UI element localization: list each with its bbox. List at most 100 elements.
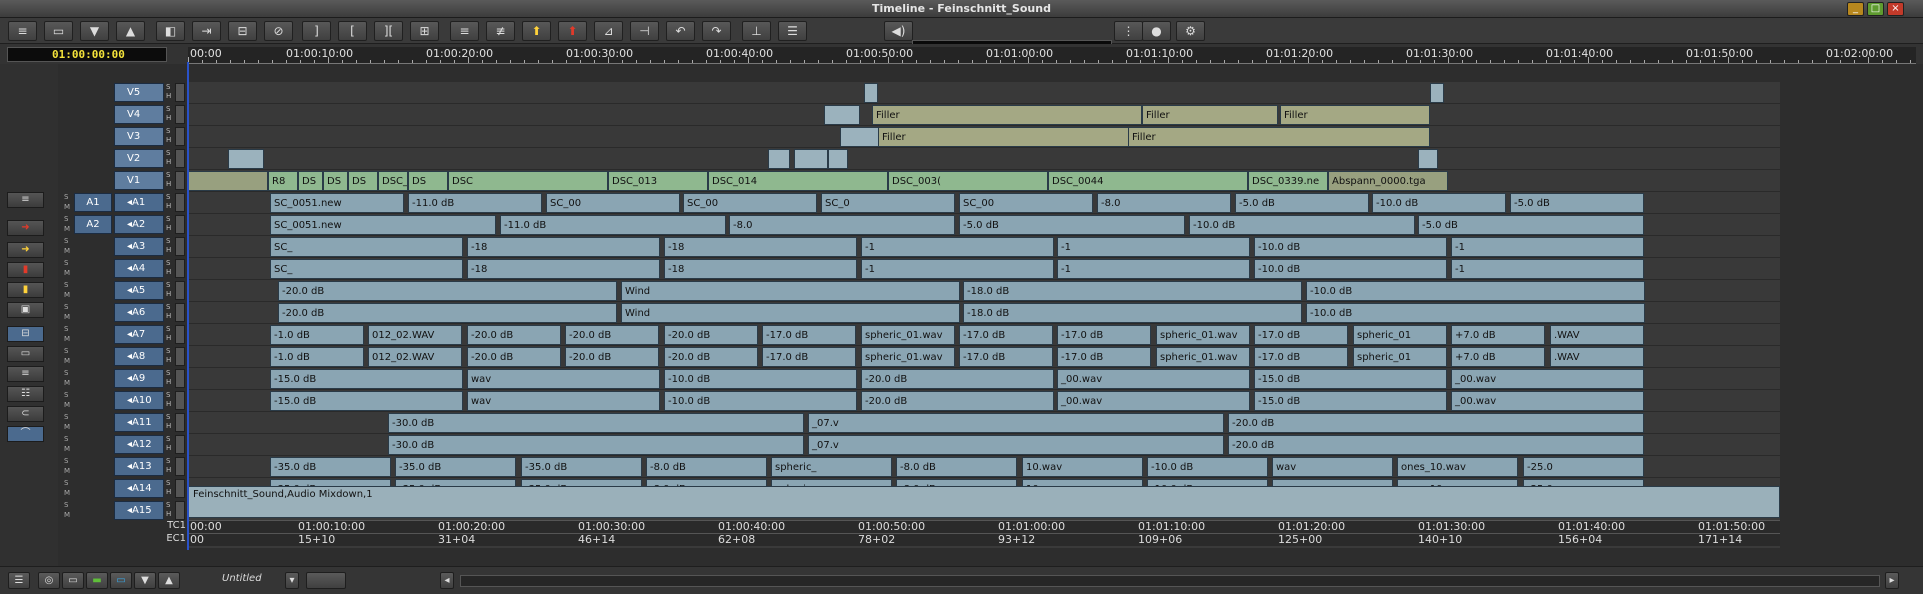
- clip[interactable]: Abspann_0000.tga: [1328, 171, 1448, 191]
- mute-button[interactable]: M: [64, 225, 71, 234]
- record-track-a7[interactable]: ◂A7: [114, 325, 164, 344]
- mute-button[interactable]: M: [64, 379, 71, 388]
- audio-mixdown-clip[interactable]: Feinschnitt_Sound,Audio Mixdown,1: [188, 486, 1780, 518]
- lift-icon[interactable]: ⬆: [558, 21, 587, 41]
- record-track-a9[interactable]: ◂A9: [114, 369, 164, 388]
- match-frame-icon[interactable]: ⇥: [192, 21, 221, 41]
- clip[interactable]: -10.0 dB: [664, 391, 857, 411]
- clip[interactable]: SC_0051.new: [270, 193, 404, 213]
- mute-button[interactable]: M: [64, 423, 71, 432]
- clip[interactable]: -20.0 dB: [861, 391, 1054, 411]
- clip[interactable]: spheric_01.wav: [1156, 325, 1250, 345]
- clip[interactable]: DSC_: [378, 171, 408, 191]
- clip[interactable]: Filler: [872, 105, 1142, 125]
- subclip-icon[interactable]: ▭: [7, 346, 44, 362]
- clip[interactable]: DS: [323, 171, 348, 191]
- track-monitor-toggle[interactable]: [175, 479, 185, 498]
- track-monitor-toggle[interactable]: [175, 325, 185, 344]
- clip[interactable]: -10.0 dB: [664, 369, 857, 389]
- track-lane[interactable]: [188, 82, 1780, 104]
- clip[interactable]: -18: [467, 237, 660, 257]
- clip[interactable]: -20.0 dB: [278, 303, 617, 323]
- target-icon[interactable]: ◎: [38, 572, 60, 589]
- sync-lock-toggle[interactable]: S H: [166, 435, 174, 453]
- track-lane[interactable]: -20.0 dB Wind -18.0 dB -10.0 dB: [188, 280, 1780, 302]
- clip[interactable]: -1: [1451, 259, 1644, 279]
- sync-lock-toggle[interactable]: S H: [166, 325, 174, 343]
- horizontal-scrollbar[interactable]: [460, 575, 1880, 587]
- clip[interactable]: -10.0 dB: [1254, 237, 1447, 257]
- clip[interactable]: -1.0 dB: [270, 347, 364, 367]
- clear-marks-icon[interactable]: ⊞: [410, 21, 439, 41]
- segment-alt-icon[interactable]: ≢: [486, 21, 515, 41]
- solo-button[interactable]: S: [64, 215, 71, 224]
- clip[interactable]: DSC_003(: [888, 171, 1048, 191]
- clip[interactable]: -20.0 dB: [467, 347, 561, 367]
- record-track-v1[interactable]: V1: [114, 171, 164, 190]
- clip[interactable]: -17.0 dB: [762, 325, 856, 345]
- solo-button[interactable]: S: [64, 369, 71, 378]
- clip[interactable]: .WAV: [1550, 325, 1644, 345]
- track-lane[interactable]: -20.0 dB Wind -18.0 dB -10.0 dB: [188, 302, 1780, 324]
- record-track-v2[interactable]: V2: [114, 149, 164, 168]
- audio-mix-icon[interactable]: ≡: [7, 366, 44, 382]
- clip[interactable]: -8.0 dB: [646, 457, 767, 477]
- record-track-v5[interactable]: V5: [114, 83, 164, 102]
- sync-lock-toggle[interactable]: S H: [166, 215, 174, 233]
- clip[interactable]: -20.0 dB: [664, 325, 758, 345]
- mute-button[interactable]: M: [64, 357, 71, 366]
- clip[interactable]: -10.0 dB: [1147, 457, 1268, 477]
- solo-button[interactable]: S: [64, 303, 71, 312]
- close-icon[interactable]: ×: [1887, 2, 1904, 16]
- solo-button[interactable]: S: [64, 457, 71, 466]
- track-lane[interactable]: -35.0 dB-35.0 dB-35.0 dB-8.0 dBspheric_-…: [188, 456, 1780, 478]
- split-icon[interactable]: ⊿: [594, 21, 623, 41]
- clip[interactable]: 10.wav: [1022, 457, 1143, 477]
- clip[interactable]: -17.0 dB: [762, 347, 856, 367]
- clip[interactable]: -11.0 dB: [500, 215, 726, 235]
- view-icon[interactable]: ⊟: [7, 326, 44, 342]
- mute-button[interactable]: M: [64, 511, 71, 520]
- clip[interactable]: SC_0051.new: [270, 215, 496, 235]
- tracks-icon[interactable]: ☷: [7, 386, 44, 402]
- sync-lock-toggle[interactable]: S H: [166, 303, 174, 321]
- sync-lock-toggle[interactable]: S H: [166, 457, 174, 475]
- clip[interactable]: Filler: [878, 127, 1138, 147]
- clip[interactable]: [828, 149, 848, 169]
- mute-button[interactable]: M: [64, 269, 71, 278]
- clip[interactable]: [1418, 149, 1438, 169]
- clip[interactable]: -18: [664, 237, 857, 257]
- hamburger-icon[interactable]: ≡: [7, 192, 44, 208]
- clip[interactable]: .WAV: [1550, 347, 1644, 367]
- clip[interactable]: -11.0 dB: [408, 193, 542, 213]
- track-monitor-toggle[interactable]: [175, 413, 185, 432]
- track-lane[interactable]: SC_ -18 -18 -1 -1 -10.0 dB -1: [188, 236, 1780, 258]
- track-monitor-toggle[interactable]: [175, 171, 185, 190]
- track-monitor-toggle[interactable]: [175, 259, 185, 278]
- clip[interactable]: R8: [268, 171, 298, 191]
- clip[interactable]: -17.0 dB: [959, 325, 1053, 345]
- clip[interactable]: DS: [408, 171, 448, 191]
- clip[interactable]: Filler: [1128, 127, 1430, 147]
- clip[interactable]: [864, 83, 878, 103]
- track-monitor-toggle[interactable]: [175, 215, 185, 234]
- timecode-display[interactable]: 01:00:00:00: [7, 47, 167, 62]
- clip[interactable]: -20.0 dB: [1228, 435, 1644, 455]
- clip[interactable]: SC_: [270, 259, 463, 279]
- sync-lock-toggle[interactable]: S H: [166, 127, 174, 145]
- solo-button[interactable]: S: [64, 347, 71, 356]
- sync-lock-toggle[interactable]: S H: [166, 369, 174, 387]
- clip[interactable]: -10.0 dB: [1306, 303, 1645, 323]
- record-track-v4[interactable]: V4: [114, 105, 164, 124]
- mute-button[interactable]: M: [64, 203, 71, 212]
- track-lane[interactable]: SC_0051.new -11.0 dB -8.0 -5.0 dB -10.0 dB -5…: [188, 214, 1780, 236]
- record-track-a6[interactable]: ◂A6: [114, 303, 164, 322]
- clip[interactable]: -5.0 dB: [1510, 193, 1644, 213]
- record-track-a15[interactable]: ◂A15: [114, 501, 164, 520]
- clip[interactable]: -15.0 dB: [1254, 391, 1447, 411]
- clip[interactable]: -10.0 dB: [1254, 259, 1447, 279]
- chevron-down-icon[interactable]: ▾: [285, 572, 299, 589]
- sync-lock-toggle[interactable]: S H: [166, 347, 174, 365]
- track-monitor-toggle[interactable]: [175, 369, 185, 388]
- sync-lock-toggle[interactable]: S H: [166, 259, 174, 277]
